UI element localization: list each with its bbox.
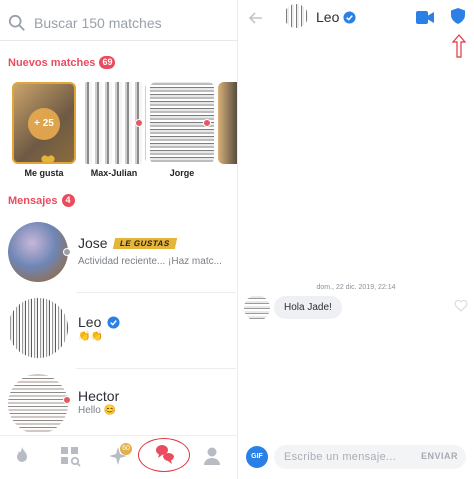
status-dot <box>63 248 71 256</box>
message-bubble: Hola Jade! <box>274 296 342 319</box>
new-matches-header: Nuevos matches 69 <box>8 56 116 69</box>
chat-name: Leo <box>316 9 340 25</box>
conversation-name: Hector <box>78 388 119 404</box>
avatar <box>8 374 68 434</box>
nav-likes-badge: 60 <box>120 443 132 455</box>
new-matches-title: Nuevos matches <box>8 56 96 69</box>
status-dot <box>63 396 71 404</box>
conversation-name-text: Hector <box>78 388 120 404</box>
chat-bubbles-icon[interactable] <box>152 444 176 468</box>
conversation-name-text: Jose <box>78 235 108 251</box>
match-name-jorge: Jorge <box>169 168 195 178</box>
new-matches-count: 69 <box>99 56 116 69</box>
match-online-dot <box>135 119 143 127</box>
conversation-hector[interactable]: Hector Hello 😊 <box>0 372 237 444</box>
conversation-leo[interactable]: Leo 👏👏 <box>0 294 237 366</box>
gif-button[interactable]: GIF <box>246 446 268 468</box>
verified-icon <box>107 315 120 329</box>
sender-avatar <box>244 295 270 321</box>
chat-avatar[interactable] <box>284 4 308 28</box>
likes-card[interactable]: + 25 <box>12 82 76 164</box>
message-timestamp: dom., 22 dic. 2019, 22:14 <box>316 284 396 291</box>
shield-icon[interactable] <box>451 8 465 24</box>
conversation-preview: 👏👏 <box>78 331 103 342</box>
match-name-max-julian: Max-Julian <box>90 168 138 178</box>
app-window: Buscar 150 matches Nuevos matches 69 + 2… <box>0 0 474 479</box>
conversation-name: Leo <box>78 314 120 330</box>
bottom-nav: 60 <box>0 435 237 479</box>
new-matches-carousel[interactable]: + 25 Me gusta Max-Julian Jorge <box>8 82 237 182</box>
annotation-arrow-icon <box>452 34 466 58</box>
messages-header: Mensajes 4 <box>8 194 75 207</box>
match-card-partial[interactable] <box>218 82 237 164</box>
likes-card-label: Me gusta <box>24 168 64 178</box>
likes-count-badge: + 25 <box>28 108 60 140</box>
chat-panel: Leo dom., 22 dic. 2019, 22:14 Hola Jade! <box>238 0 474 479</box>
chat-title[interactable]: Leo <box>316 9 356 25</box>
video-call-icon[interactable] <box>416 11 434 24</box>
profile-icon[interactable] <box>200 444 224 468</box>
conversation-name-text: Leo <box>78 314 102 330</box>
search-bar[interactable]: Buscar 150 matches <box>8 10 234 36</box>
avatar <box>8 298 68 358</box>
verified-icon <box>343 10 356 24</box>
messages-title: Mensajes <box>8 194 58 207</box>
search-divider <box>0 40 237 41</box>
match-online-dot <box>203 119 211 127</box>
flame-icon[interactable] <box>10 444 34 468</box>
conversation-divider <box>76 368 236 369</box>
conversation-preview: Actividad reciente... ¡Haz matc... <box>78 256 222 267</box>
search-input[interactable]: Buscar 150 matches <box>34 15 162 31</box>
message-input-wrap: ENVIAR <box>274 445 466 469</box>
gold-heart-icon <box>41 155 55 162</box>
message-input[interactable] <box>284 445 424 469</box>
conversation-jose[interactable]: Jose LE GUSTAS Actividad reciente... ¡Ha… <box>0 216 237 288</box>
message-composer: GIF ENVIAR <box>238 440 474 476</box>
conversation-divider <box>76 292 236 293</box>
heart-outline-icon[interactable] <box>454 300 468 312</box>
messages-count: 4 <box>61 194 75 207</box>
conversation-name: Jose LE GUSTAS <box>78 235 177 251</box>
chat-header: Leo <box>238 0 474 58</box>
back-arrow-icon[interactable] <box>248 10 264 26</box>
search-icon <box>8 14 25 31</box>
likes-you-badge: LE GUSTAS <box>112 237 177 249</box>
explore-icon[interactable] <box>58 444 82 468</box>
avatar <box>8 222 68 282</box>
send-button[interactable]: ENVIAR <box>421 451 458 461</box>
matches-panel: Buscar 150 matches Nuevos matches 69 + 2… <box>0 0 237 479</box>
conversation-preview: Hello 😊 <box>78 405 117 416</box>
